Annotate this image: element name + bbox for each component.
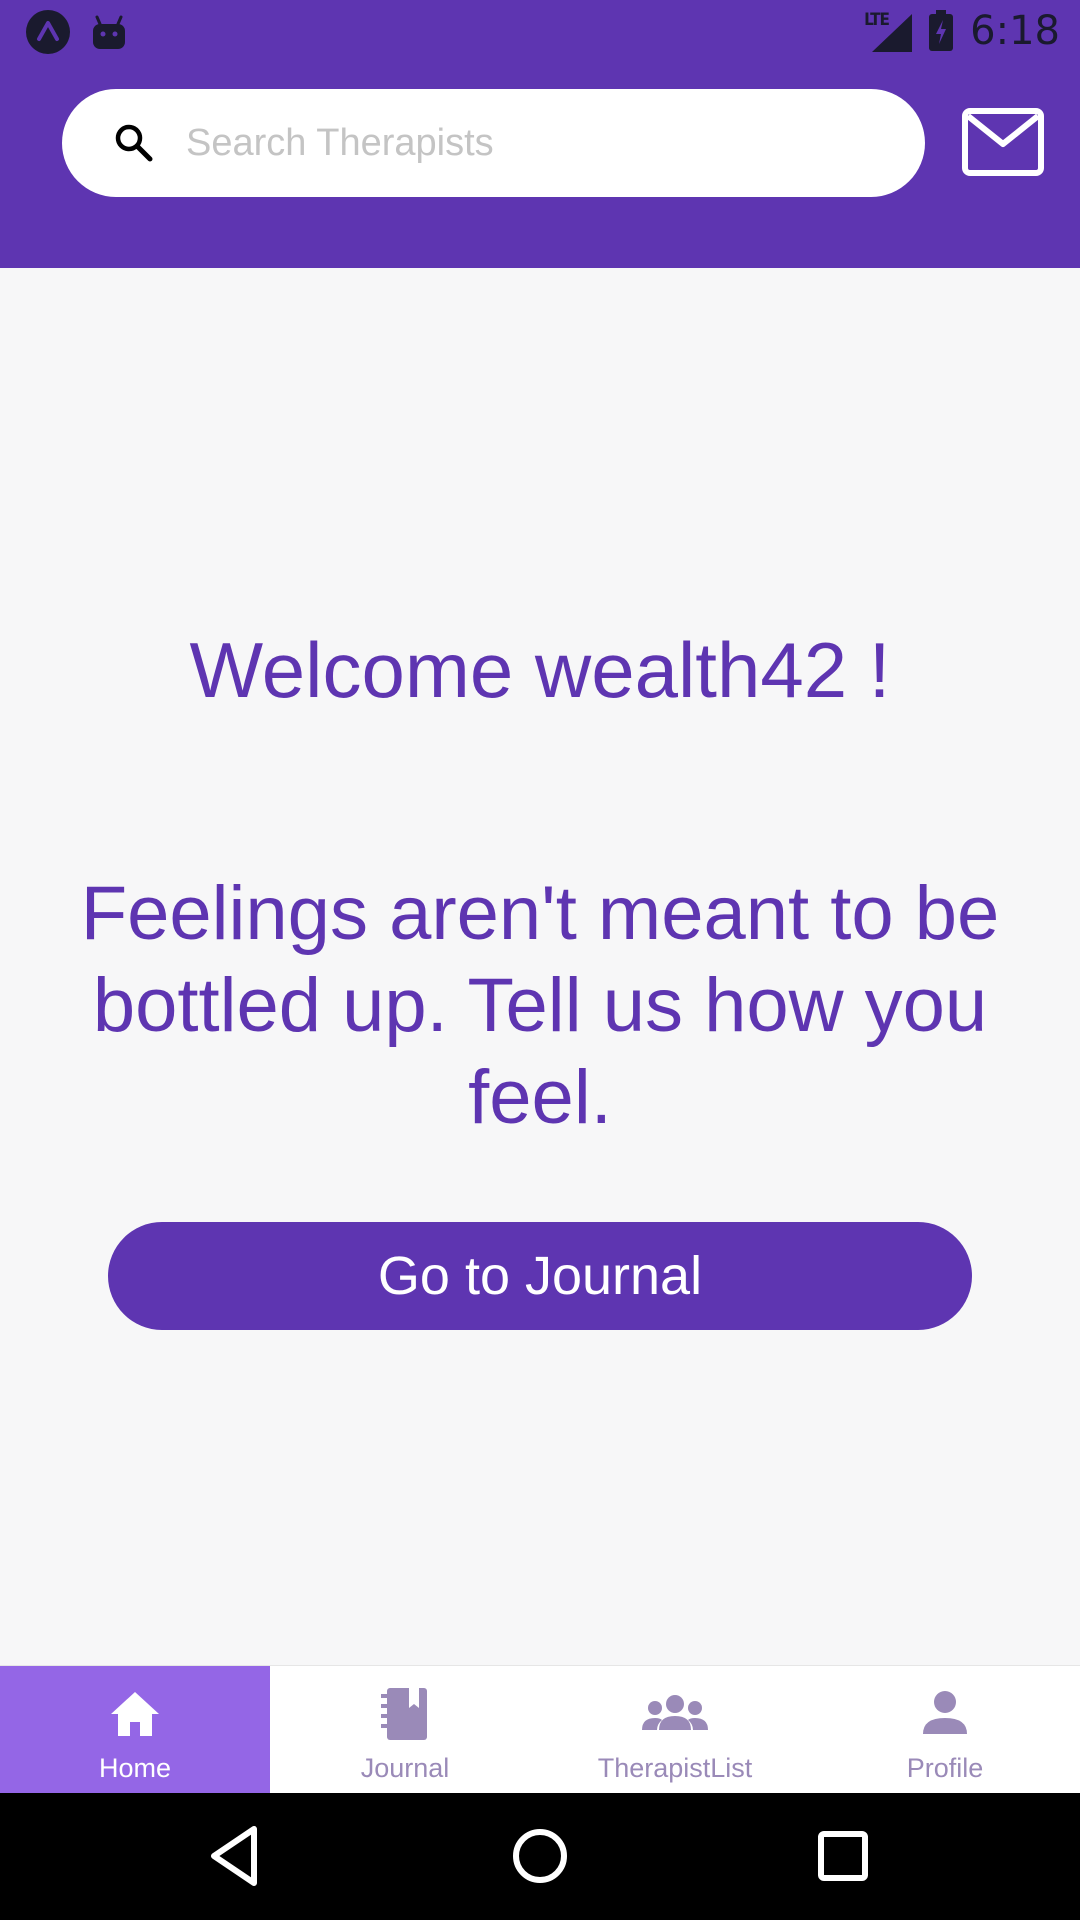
nav-item-journal[interactable]: Journal xyxy=(270,1666,540,1794)
welcome-title: Welcome wealth42 ! xyxy=(189,626,891,714)
status-bar: LTE 6:18 xyxy=(0,0,1080,62)
nav-item-home[interactable]: Home xyxy=(0,1666,270,1794)
home-circle-icon[interactable] xyxy=(507,1823,573,1889)
android-debug-icon xyxy=(93,15,125,49)
app-header: LTE 6:18 xyxy=(0,0,1080,268)
nav-label-home: Home xyxy=(98,1753,172,1783)
nav-item-profile[interactable]: Profile xyxy=(810,1666,1080,1794)
bottom-nav: Home Journal TherapistList Profile xyxy=(0,1665,1080,1794)
go-to-journal-button[interactable]: Go to Journal xyxy=(108,1222,972,1330)
tagline-text: Feelings aren't meant to be bottled up. … xyxy=(80,871,1000,1140)
signal-icon: LTE xyxy=(864,10,913,52)
nav-item-therapistlist[interactable]: TherapistList xyxy=(540,1666,810,1794)
person-icon xyxy=(923,1691,967,1734)
mail-icon[interactable] xyxy=(962,108,1044,176)
search-input[interactable] xyxy=(186,89,886,197)
back-icon[interactable] xyxy=(202,1823,268,1889)
nav-label-journal: Journal xyxy=(360,1753,450,1783)
system-nav-bar xyxy=(0,1793,1080,1920)
search-icon xyxy=(115,124,153,162)
nav-label-therapistlist: TherapistList xyxy=(597,1753,753,1783)
nav-label-profile: Profile xyxy=(906,1753,984,1783)
people-icon xyxy=(642,1695,708,1730)
journal-icon xyxy=(381,1688,427,1740)
home-icon xyxy=(111,1692,159,1736)
recents-icon[interactable] xyxy=(810,1823,876,1889)
expo-icon xyxy=(26,10,70,54)
app-screen: LTE 6:18 Search Therapists Welcome wealt… xyxy=(0,0,1080,1920)
search-bar[interactable] xyxy=(62,89,925,197)
status-time: 6:18 xyxy=(970,8,1060,54)
battery-charging-icon xyxy=(929,10,954,51)
